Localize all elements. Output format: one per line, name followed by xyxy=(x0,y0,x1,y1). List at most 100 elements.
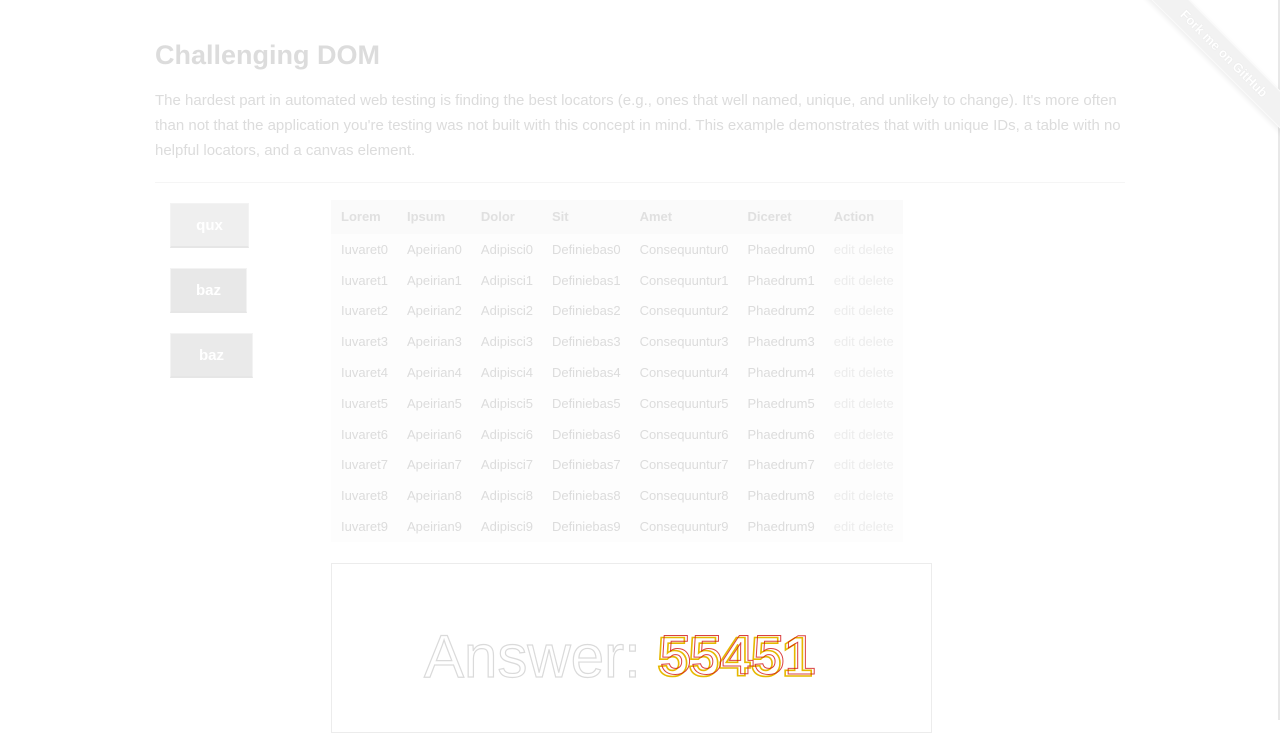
action-cell: edit delete xyxy=(823,326,903,358)
edit-link[interactable]: edit xyxy=(834,457,855,472)
table-cell: Apeirian8 xyxy=(396,480,471,512)
table-row: Iuvaret0 Apeirian0 Adipisci0 Definiebas0 Con… xyxy=(331,234,903,265)
table-cell: Adipisci5 xyxy=(470,387,542,419)
baz-button[interactable]: baz xyxy=(170,268,247,313)
table-row: Iuvaret9 Apeirian9 Adipisci9 Definiebas9 Con… xyxy=(331,511,903,542)
table-cell: Phaedrum9 xyxy=(737,511,824,542)
table-cell: Phaedrum5 xyxy=(737,387,824,419)
edit-link[interactable]: edit xyxy=(834,303,855,318)
table-cell: Iuvaret7 xyxy=(331,449,397,481)
data-table: Lorem Ipsum Dolor Sit Amet Diceret Action Iuva… xyxy=(331,200,903,542)
table-cell: Adipisci0 xyxy=(470,234,542,265)
delete-link[interactable]: delete xyxy=(858,273,893,288)
table-cell: Adipisci9 xyxy=(470,511,542,542)
edit-link[interactable]: edit xyxy=(834,488,855,503)
table-cell: Apeirian7 xyxy=(396,449,471,481)
table-cell: Iuvaret3 xyxy=(331,326,397,358)
table-row: Iuvaret7 Apeirian7 Adipisci7 Definiebas7 Con… xyxy=(331,449,903,481)
table-cell: Adipisci2 xyxy=(470,295,542,327)
delete-link[interactable]: delete xyxy=(858,303,893,318)
table-cell: Apeirian5 xyxy=(396,387,471,419)
delete-link[interactable]: delete xyxy=(858,519,893,534)
table-cell: Adipisci1 xyxy=(470,264,542,296)
edit-link[interactable]: edit xyxy=(834,273,855,288)
table-cell: Iuvaret5 xyxy=(331,387,397,419)
table-cell: Apeirian4 xyxy=(396,357,471,388)
table-cell: Definiebas6 xyxy=(541,418,630,450)
table-row: Iuvaret8 Apeirian8 Adipisci8 Definiebas8 Con… xyxy=(331,480,903,512)
table-cell: Definiebas5 xyxy=(541,387,630,419)
action-cell: edit delete xyxy=(823,449,903,481)
delete-link[interactable]: delete xyxy=(858,396,893,411)
action-cell: edit delete xyxy=(823,387,903,419)
delete-link[interactable]: delete xyxy=(858,334,893,349)
table-cell: Phaedrum6 xyxy=(737,418,824,450)
table-cell: Apeirian2 xyxy=(396,295,471,327)
table-cell: Definiebas3 xyxy=(541,326,630,358)
table-cell: Apeirian3 xyxy=(396,326,471,358)
column-header-diceret: Diceret xyxy=(737,200,824,234)
fork-me-ribbon[interactable]: Fork me on GitHub xyxy=(1143,0,1280,134)
table-cell: Definiebas1 xyxy=(541,264,630,296)
table-cell: Iuvaret0 xyxy=(331,234,397,265)
table-cell: Iuvaret4 xyxy=(331,357,397,388)
delete-link[interactable]: delete xyxy=(858,457,893,472)
table-cell: Adipisci7 xyxy=(470,449,542,481)
intro-paragraph: The hardest part in automated web testin… xyxy=(155,92,1121,159)
table-cell: Consequuntur3 xyxy=(629,326,738,358)
table-cell: Iuvaret2 xyxy=(331,295,397,327)
action-cell: edit delete xyxy=(823,234,903,265)
table-row: Iuvaret5 Apeirian5 Adipisci5 Definiebas5 Con… xyxy=(331,387,903,419)
table-cell: Definiebas9 xyxy=(541,511,630,542)
delete-link[interactable]: delete xyxy=(858,365,893,380)
table-row: Iuvaret6 Apeirian6 Adipisci6 Definiebas6 Con… xyxy=(331,418,903,450)
table-cell: Iuvaret6 xyxy=(331,418,397,450)
table-cell: Iuvaret8 xyxy=(331,480,397,512)
baz-button-label: baz xyxy=(196,281,222,299)
action-cell: edit delete xyxy=(823,511,903,542)
delete-link[interactable]: delete xyxy=(858,242,893,257)
table-cell: Phaedrum1 xyxy=(737,264,824,296)
table-row: Iuvaret2 Apeirian2 Adipisci2 Definiebas2 Con… xyxy=(331,295,903,327)
table-row: Iuvaret4 Apeirian4 Adipisci4 Definiebas4 Con… xyxy=(331,357,903,388)
table-cell: Consequuntur4 xyxy=(629,357,738,388)
table-cell: Phaedrum2 xyxy=(737,295,824,327)
table-cell: Adipisci4 xyxy=(470,357,542,388)
table-cell: Consequuntur7 xyxy=(629,449,738,481)
table-cell: Apeirian9 xyxy=(396,511,471,542)
answer-value-overlay: 55451 xyxy=(660,623,816,686)
answer-label: Answer: xyxy=(424,623,641,690)
table-cell: Definiebas7 xyxy=(541,449,630,481)
delete-link[interactable]: delete xyxy=(858,488,893,503)
action-cell: edit delete xyxy=(823,357,903,388)
alert-baz-button[interactable]: baz xyxy=(170,333,253,378)
column-header-action: Action xyxy=(823,200,903,234)
table-cell: Apeirian1 xyxy=(396,264,471,296)
divider xyxy=(155,182,1125,183)
edit-link[interactable]: edit xyxy=(834,365,855,380)
table-cell: Adipisci6 xyxy=(470,418,542,450)
table-cell: Definiebas0 xyxy=(541,234,630,265)
edit-link[interactable]: edit xyxy=(834,396,855,411)
table-cell: Definiebas8 xyxy=(541,480,630,512)
table-cell: Phaedrum8 xyxy=(737,480,824,512)
table-header-row: Lorem Ipsum Dolor Sit Amet Diceret Action xyxy=(331,200,903,234)
edit-link[interactable]: edit xyxy=(834,242,855,257)
qux-button[interactable]: qux xyxy=(170,203,249,248)
edit-link[interactable]: edit xyxy=(834,334,855,349)
edit-link[interactable]: edit xyxy=(834,519,855,534)
delete-link[interactable]: delete xyxy=(858,427,893,442)
canvas-drawing: Answer: 55451 55451 xyxy=(423,622,816,690)
table-cell: Consequuntur1 xyxy=(629,264,738,296)
column-header-amet: Amet xyxy=(629,200,738,234)
table-cell: Apeirian6 xyxy=(396,418,471,450)
alert-baz-button-label: baz xyxy=(198,346,224,364)
table-cell: Iuvaret9 xyxy=(331,511,397,542)
table-cell: Iuvaret1 xyxy=(331,264,397,296)
table-cell: Consequuntur5 xyxy=(629,387,738,419)
table-cell: Adipisci8 xyxy=(470,480,542,512)
edit-link[interactable]: edit xyxy=(834,427,855,442)
table-cell: Adipisci3 xyxy=(470,326,542,358)
column-header-ipsum: Ipsum xyxy=(396,200,471,234)
table-row: Iuvaret3 Apeirian3 Adipisci3 Definiebas3 Con… xyxy=(331,326,903,358)
